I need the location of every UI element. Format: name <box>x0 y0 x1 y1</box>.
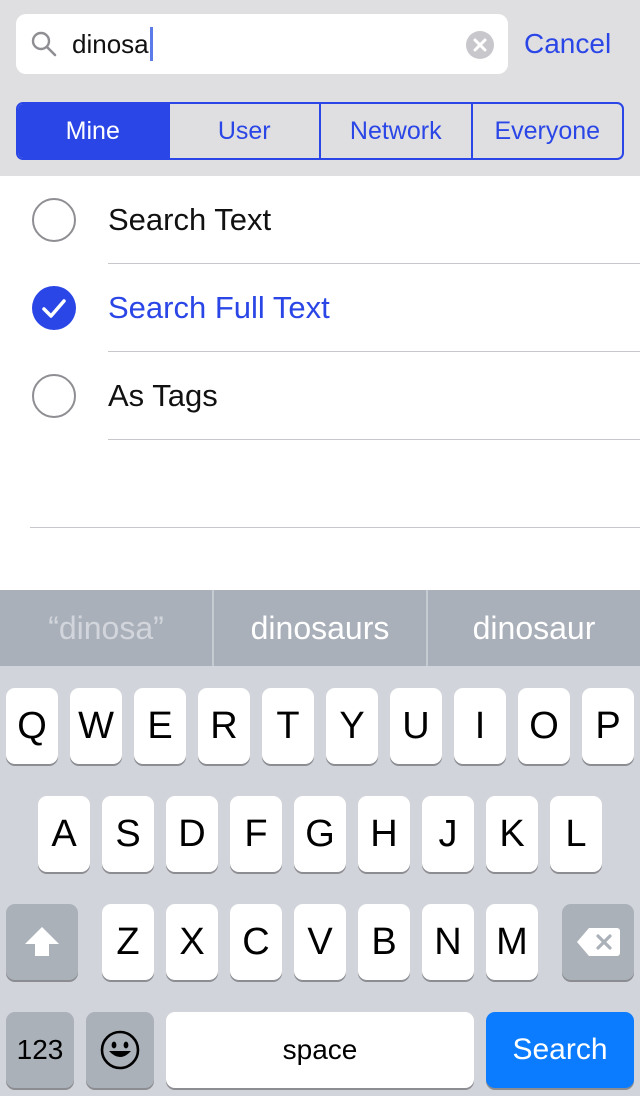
key-q[interactable]: Q <box>6 688 58 764</box>
divider <box>108 439 640 440</box>
search-input-value: dinosa <box>72 29 149 59</box>
key-y[interactable]: Y <box>326 688 378 764</box>
radio-button[interactable] <box>32 374 76 418</box>
text-caret <box>149 27 153 61</box>
key-n[interactable]: N <box>422 904 474 980</box>
key-j[interactable]: J <box>422 796 474 872</box>
key-o[interactable]: O <box>518 688 570 764</box>
tab-user[interactable]: User <box>167 104 320 158</box>
key-z[interactable]: Z <box>102 904 154 980</box>
search-icon <box>30 30 58 58</box>
key-e[interactable]: E <box>134 688 186 764</box>
key-b[interactable]: B <box>358 904 410 980</box>
search-key[interactable]: Search <box>486 1012 634 1088</box>
key-r[interactable]: R <box>198 688 250 764</box>
search-field[interactable]: dinosa <box>16 14 508 74</box>
key-v[interactable]: V <box>294 904 346 980</box>
tab-everyone[interactable]: Everyone <box>470 104 623 158</box>
shift-key[interactable] <box>6 904 78 980</box>
key-x[interactable]: X <box>166 904 218 980</box>
clear-icon[interactable] <box>466 31 494 59</box>
key-k[interactable]: K <box>486 796 538 872</box>
key-s[interactable]: S <box>102 796 154 872</box>
checkmark-icon[interactable] <box>32 286 76 330</box>
shift-icon <box>25 927 59 956</box>
key-g[interactable]: G <box>294 796 346 872</box>
prediction-item[interactable]: “dinosa” <box>0 590 212 666</box>
key-t[interactable]: T <box>262 688 314 764</box>
key-l[interactable]: L <box>550 796 602 872</box>
predictive-text-bar: “dinosa” dinosaurs dinosaur <box>0 590 640 666</box>
option-search-full-text[interactable]: Search Full Text <box>0 264 640 352</box>
prediction-item[interactable]: dinosaur <box>426 590 640 666</box>
search-header: dinosa Cancel Mine User Network Everyone <box>0 0 640 176</box>
option-label: Search Text <box>108 202 272 237</box>
key-i[interactable]: I <box>454 688 506 764</box>
emoji-icon <box>100 1030 140 1070</box>
emoji-key[interactable] <box>86 1012 154 1088</box>
prediction-item[interactable]: dinosaurs <box>212 590 426 666</box>
delete-icon <box>577 928 620 956</box>
key-h[interactable]: H <box>358 796 410 872</box>
key-m[interactable]: M <box>486 904 538 980</box>
key-a[interactable]: A <box>38 796 90 872</box>
option-as-tags[interactable]: As Tags <box>0 352 640 440</box>
search-input[interactable]: dinosa <box>72 26 153 62</box>
key-f[interactable]: F <box>230 796 282 872</box>
numbers-key[interactable]: 123 <box>6 1012 74 1088</box>
keyboard: Q W E R T Y U I O P A S D F G H J K L Z … <box>0 666 640 1096</box>
divider <box>30 527 640 528</box>
key-w[interactable]: W <box>70 688 122 764</box>
option-label: Search Full Text <box>108 290 330 325</box>
delete-key[interactable] <box>562 904 634 980</box>
option-label: As Tags <box>108 378 218 413</box>
key-c[interactable]: C <box>230 904 282 980</box>
key-p[interactable]: P <box>582 688 634 764</box>
radio-button[interactable] <box>32 198 76 242</box>
scope-segmented-control: Mine User Network Everyone <box>16 102 624 160</box>
cancel-button[interactable]: Cancel <box>524 20 611 68</box>
option-search-text[interactable]: Search Text <box>0 176 640 264</box>
space-key[interactable]: space <box>166 1012 474 1088</box>
tab-mine[interactable]: Mine <box>18 104 168 158</box>
key-d[interactable]: D <box>166 796 218 872</box>
tab-network[interactable]: Network <box>319 104 471 158</box>
key-u[interactable]: U <box>390 688 442 764</box>
